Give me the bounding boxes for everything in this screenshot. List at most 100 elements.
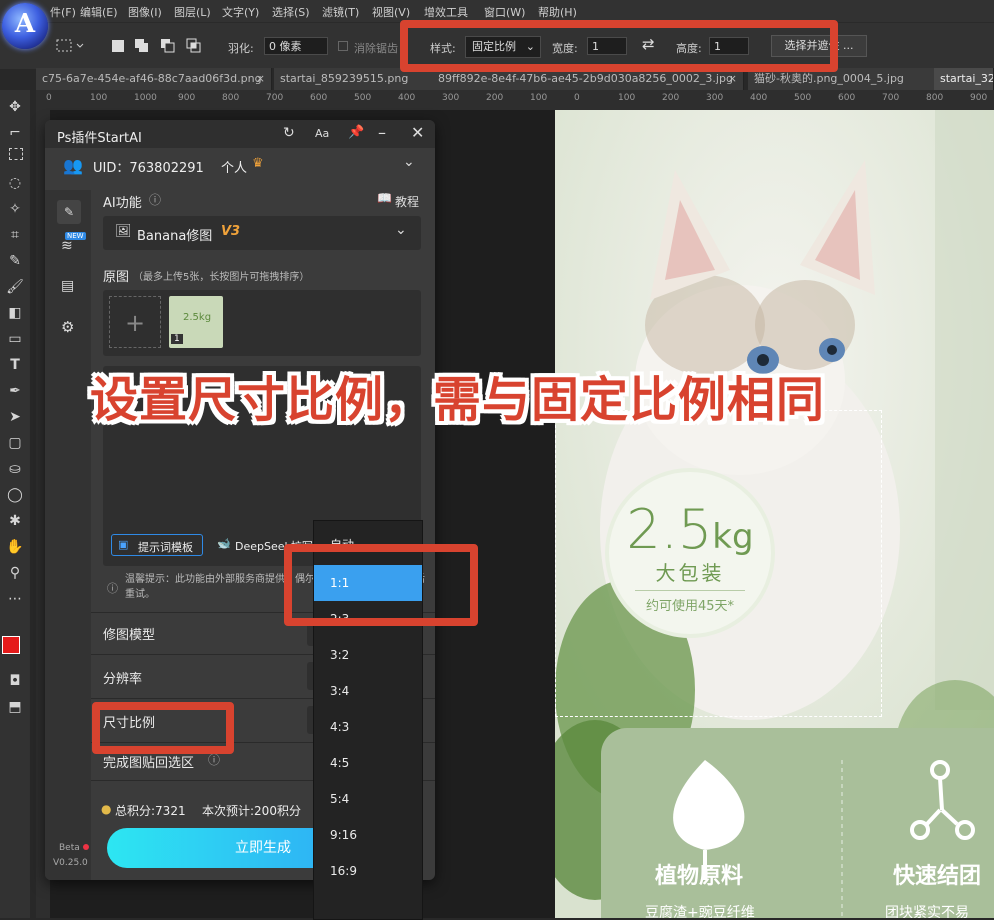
model-row-label: 修图模型 xyxy=(103,628,156,643)
pin-icon[interactable]: 📌 xyxy=(348,125,364,140)
magic-wand-icon[interactable]: ✧ xyxy=(6,200,24,218)
ratio-option-16-9[interactable]: 16:9 xyxy=(314,853,422,889)
layers-icon[interactable]: ≋ xyxy=(61,238,73,254)
resolution-row-label: 分辨率 xyxy=(103,672,143,687)
move-tool-icon[interactable]: ✥ xyxy=(6,98,24,116)
marquee-preset-icon[interactable] xyxy=(56,39,86,53)
annotation-banner: 设置尺寸比例，需与固定比例相同 xyxy=(90,372,826,428)
font-size-icon[interactable]: Aa xyxy=(315,127,329,140)
menu-filter[interactable]: 滤镜(T) xyxy=(322,4,359,20)
menu-plugins[interactable]: 增效工具 xyxy=(424,4,468,20)
ellipse-tool-icon[interactable]: ◯ xyxy=(6,486,24,504)
zoom-tool-icon[interactable]: ⚲ xyxy=(6,564,24,582)
upload-area: + 2.5kg 1 xyxy=(103,290,421,356)
intersect-selection-icon[interactable] xyxy=(186,38,202,54)
quick-mask-icon[interactable]: ◘ xyxy=(6,672,24,690)
tab-label: 89ff892e-8e4f-47b6-ae45-2b9d030a8256_000… xyxy=(438,72,733,85)
menu-image[interactable]: 图像(I) xyxy=(128,4,162,20)
ratio-option-4-5[interactable]: 4:5 xyxy=(314,745,422,781)
ruler-tick: 600 xyxy=(838,93,856,103)
menu-layer[interactable]: 图层(L) xyxy=(174,4,211,20)
add-selection-icon[interactable] xyxy=(134,38,150,54)
tab-doc-1[interactable]: c75-6a7e-454e-af46-88c7aad06f3d.png × xyxy=(36,68,272,90)
tab-doc-active[interactable]: startai_32 xyxy=(934,68,994,90)
antialias-checkbox[interactable] xyxy=(338,41,348,51)
menu-window[interactable]: 窗口(W) xyxy=(484,4,525,20)
menu-type[interactable]: 文字(Y) xyxy=(222,4,259,20)
menu-bar: 件(F) 编辑(E) 图像(I) 图层(L) 文字(Y) 选择(S) 滤镜(T)… xyxy=(0,0,994,22)
screen-mode-icon[interactable]: ⬒ xyxy=(6,698,24,716)
feather-input[interactable]: 0 像素 xyxy=(264,37,328,55)
menu-file[interactable]: 件(F) xyxy=(50,4,76,20)
eraser-tool-icon[interactable]: ◧ xyxy=(6,304,24,322)
marquee-selection[interactable] xyxy=(555,410,882,717)
marquee-tool-icon[interactable] xyxy=(9,148,23,160)
artboard-tool-icon[interactable]: ⌐ xyxy=(6,124,24,142)
crop-tool-icon[interactable]: ⌗ xyxy=(6,226,24,244)
source-thumbnail[interactable]: 2.5kg 1 xyxy=(169,296,223,348)
thumbnail-text: 2.5kg xyxy=(183,312,212,323)
book-icon: 📖 xyxy=(377,191,392,205)
model-version: V3 xyxy=(221,224,241,239)
hand-tool-icon[interactable]: ✋ xyxy=(6,538,24,556)
model-select[interactable]: 🖼 Banana修图 V3 ⌄ xyxy=(103,216,421,250)
pen-tool-icon[interactable]: ✒ xyxy=(6,382,24,400)
close-icon[interactable]: × xyxy=(256,68,265,90)
new-badge: NEW xyxy=(65,232,86,240)
type-tool-icon[interactable]: T xyxy=(6,356,24,374)
menu-view[interactable]: 视图(V) xyxy=(372,4,410,20)
path-select-icon[interactable]: ➤ xyxy=(6,408,24,426)
menu-edit[interactable]: 编辑(E) xyxy=(80,4,118,20)
ratio-option-4-3[interactable]: 4:3 xyxy=(314,709,422,745)
prompt-template-label: 提示词模板 xyxy=(138,541,193,554)
ratio-option-3-4[interactable]: 3:4 xyxy=(314,673,422,709)
close-icon[interactable]: ✕ xyxy=(411,123,424,142)
prompt-template-button[interactable]: ▣ 提示词模板 xyxy=(111,534,203,556)
ruler-tick: 200 xyxy=(486,93,504,103)
gradient-tool-icon[interactable]: ▭ xyxy=(6,330,24,348)
logo-letter: A xyxy=(14,9,36,39)
paste-back-row-label: 完成图贴回选区 xyxy=(103,756,195,771)
warning-icon: ⓘ xyxy=(107,582,118,595)
ruler-tick: 500 xyxy=(794,93,812,103)
tab-label: startai_859239515.png xyxy=(280,72,409,85)
paint-bucket-icon[interactable]: ⛀ xyxy=(6,460,24,478)
subtract-selection-icon[interactable] xyxy=(160,38,176,54)
ratio-option-3-2[interactable]: 3:2 xyxy=(314,637,422,673)
ruler-tick: 700 xyxy=(266,93,284,103)
foreground-color-swatch[interactable] xyxy=(2,636,20,654)
panel-sidebar: ✎ ≋ NEW ▤ ⚙ Beta V0.25.0 xyxy=(45,190,91,880)
ruler-tick: 100 xyxy=(90,93,108,103)
eyedropper-icon[interactable]: ✎ xyxy=(6,252,24,270)
chevron-down-icon: ⌄ xyxy=(395,222,407,238)
version-label: V0.25.0 xyxy=(53,858,88,868)
lasso-tool-icon[interactable]: ◌ xyxy=(6,174,24,192)
rectangle-tool-icon[interactable]: ▢ xyxy=(6,434,24,452)
add-image-button[interactable]: + xyxy=(109,296,161,348)
menu-help[interactable]: 帮助(H) xyxy=(538,4,577,20)
new-selection-icon[interactable] xyxy=(112,40,124,52)
info-icon[interactable]: ⓘ xyxy=(149,191,161,208)
brush-tool-icon[interactable]: 🖌 xyxy=(6,278,24,296)
ruler-tick: 800 xyxy=(926,93,944,103)
refresh-icon[interactable]: ↻ xyxy=(283,125,295,141)
annotation-box-style xyxy=(400,20,838,72)
settings-icon[interactable]: ⚙ xyxy=(61,318,74,336)
ruler-tick: 700 xyxy=(882,93,900,103)
tutorial-link[interactable]: 教程 xyxy=(395,193,419,210)
document-icon[interactable]: ▤ xyxy=(61,278,74,294)
shape-tool-icon[interactable]: ✱ xyxy=(6,512,24,530)
menu-select[interactable]: 选择(S) xyxy=(272,4,310,20)
feature-1-sub: 豆腐渣+豌豆纤维 xyxy=(645,905,755,918)
ratio-option-5-4[interactable]: 5:4 xyxy=(314,781,422,817)
chevron-down-icon[interactable]: ⌄ xyxy=(403,154,415,170)
edit-icon[interactable]: ✎ xyxy=(57,200,81,224)
more-tools-icon[interactable]: ⋯ xyxy=(6,590,24,608)
ratio-option-9-16[interactable]: 9:16 xyxy=(314,817,422,853)
minimize-icon[interactable]: – xyxy=(378,123,386,142)
ruler-tick: 100 xyxy=(530,93,548,103)
feature-2-sub: 团块紧实不易 xyxy=(885,905,969,918)
ruler-tick: 600 xyxy=(310,93,328,103)
horizontal-ruler: 0 100 1000 900 800 700 600 500 400 300 200 100 0 100 2… xyxy=(36,90,994,111)
feather-label: 羽化: xyxy=(228,42,254,55)
